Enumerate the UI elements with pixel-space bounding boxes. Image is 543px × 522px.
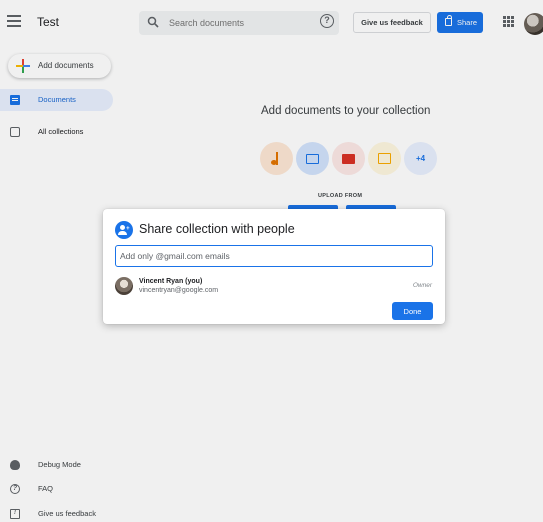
owner-role-label: Owner [412,282,432,289]
person-email: vincentryan@google.com [139,287,219,294]
dialog-title: Share collection with people [139,222,295,236]
person-name: Vincent Ryan (you) [139,278,203,285]
avatar [115,277,133,295]
share-dialog: + Share collection with people Vincent R… [103,209,445,324]
add-person-icon: + [115,221,133,239]
email-field[interactable] [115,245,433,267]
done-button[interactable]: Done [392,302,433,320]
